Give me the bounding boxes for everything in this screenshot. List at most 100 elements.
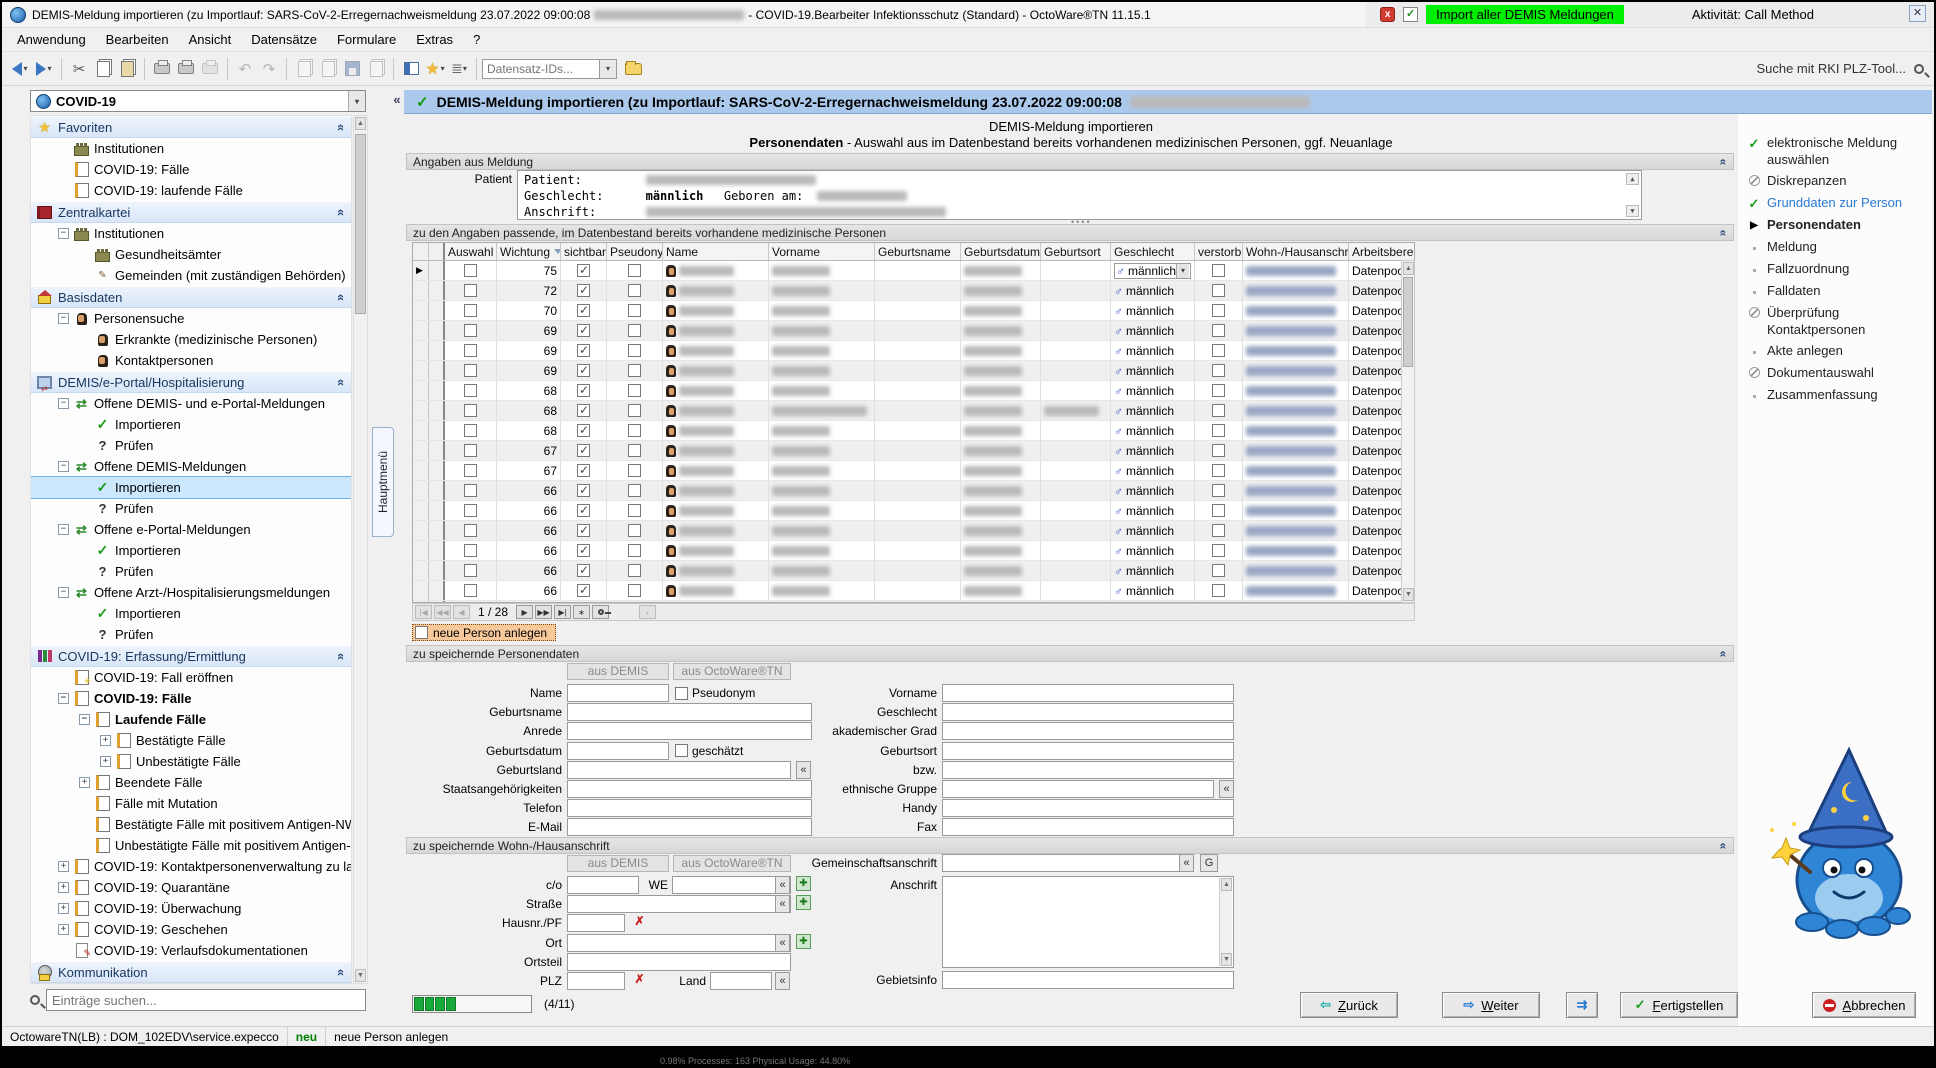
table-row[interactable]: 69männlichDatenpool med... (413, 341, 1414, 361)
collapse-icon[interactable]: « (334, 652, 349, 659)
auswahl-checkbox[interactable] (464, 584, 477, 597)
filter-icon[interactable] (554, 249, 561, 254)
last-page-button[interactable]: ▶| (554, 605, 571, 619)
header-cell[interactable]: sichtbar (561, 243, 607, 260)
column-header-auswahl[interactable]: Auswahl (448, 245, 493, 259)
akademischer-grad-input[interactable] (942, 722, 1234, 740)
sidebar-item-importieren[interactable]: Importieren (31, 414, 351, 435)
sidebar-item-covid-19-fälle[interactable]: −COVID-19: Fälle (31, 688, 351, 709)
header-cell[interactable]: Geburtsdatum (961, 243, 1041, 260)
prev-fast-button[interactable]: ◀◀ (434, 605, 451, 619)
cut-icon[interactable]: ✂ (68, 58, 90, 80)
rki-plz-search-label[interactable]: Suche mit RKI PLZ-Tool... (1756, 61, 1906, 76)
auswahl-checkbox[interactable] (464, 524, 477, 537)
search-icon[interactable] (1914, 64, 1924, 74)
auswahl-checkbox[interactable] (464, 504, 477, 517)
column-header-geburtsort[interactable]: Geburtsort (1044, 245, 1101, 259)
pseudonym-checkbox[interactable] (628, 564, 641, 577)
sidebar-section-zentralkartei[interactable]: Zentralkartei« (31, 201, 351, 223)
pseudonym-checkbox[interactable] (628, 504, 641, 517)
pseudonym-checkbox[interactable] (628, 544, 641, 557)
table-row[interactable]: 66männlichDatenpool med... (413, 521, 1414, 541)
fax-input[interactable] (942, 818, 1234, 836)
expander-icon[interactable]: + (100, 756, 111, 767)
sidebar-item-offene-demis-und-e-portal-meldungen[interactable]: −Offene DEMIS- und e-Portal-Meldungen (31, 393, 351, 414)
next-button[interactable]: ⇨Weiter (1442, 992, 1540, 1018)
header-cell[interactable]: verstorben (1195, 243, 1243, 260)
auswahl-checkbox[interactable] (464, 384, 477, 397)
clear-icon-red[interactable]: ✗ (632, 914, 647, 929)
geburtsland-input[interactable] (567, 761, 791, 779)
pseudonym-checkbox[interactable] (628, 584, 641, 597)
expander-icon[interactable]: − (79, 714, 90, 725)
header-cell[interactable]: Wohn-/Hausanschrift (1243, 243, 1349, 260)
sichtbar-checkbox[interactable] (577, 364, 590, 377)
skip-to-end-button[interactable]: ⇉ (1566, 992, 1598, 1018)
wizard-step-grunddaten-zur-person[interactable]: ✓Grunddaten zur Person (1737, 192, 1932, 214)
verstorben-checkbox[interactable] (1212, 284, 1225, 297)
print-preview-icon[interactable] (175, 58, 197, 80)
verstorben-checkbox[interactable] (1212, 544, 1225, 557)
collapse-icon[interactable]: « (334, 968, 349, 975)
auswahl-checkbox[interactable] (464, 304, 477, 317)
sidebar-item-covid-19-verlaufsdokumentationen[interactable]: COVID-19: Verlaufsdokumentationen (31, 940, 351, 961)
column-header-pseudonym[interactable]: Pseudonym (610, 245, 663, 259)
error-indicator-icon[interactable]: x (1380, 7, 1395, 22)
copy-icon[interactable] (92, 58, 114, 80)
sidebar-item-institutionen[interactable]: Institutionen (31, 138, 351, 159)
add-icon-green[interactable]: ✚ (796, 934, 811, 949)
sichtbar-checkbox[interactable] (577, 404, 590, 417)
auswahl-checkbox[interactable] (464, 264, 477, 277)
pseudonym-checkbox[interactable] (628, 284, 641, 297)
prev-page-button[interactable]: ◀ (453, 605, 470, 619)
table-row[interactable]: 69männlichDatenpool med... (413, 321, 1414, 341)
column-header-geburtsname[interactable]: Geburtsname (878, 245, 951, 259)
sidebar-item-personensuche[interactable]: −Personensuche (31, 308, 351, 329)
geburtsname-input[interactable] (567, 703, 812, 721)
sidebar-item-kontaktpersonen[interactable]: Kontaktpersonen (31, 350, 351, 371)
we-input[interactable] (672, 876, 791, 894)
header-cell[interactable]: Geschlecht (1111, 243, 1195, 260)
table-row[interactable]: 66männlichDatenpool med... (413, 561, 1414, 581)
collapse-icon[interactable]: « (334, 208, 349, 215)
table-row[interactable]: 70männlichDatenpool med... (413, 301, 1414, 321)
auswahl-checkbox[interactable] (464, 344, 477, 357)
sichtbar-checkbox[interactable] (577, 504, 590, 517)
auswahl-checkbox[interactable] (464, 544, 477, 557)
sidebar-item-offene-demis-meldungen[interactable]: −Offene DEMIS-Meldungen (31, 456, 351, 477)
aus-demis-button[interactable]: aus DEMIS (567, 855, 669, 872)
sichtbar-checkbox[interactable] (577, 584, 590, 597)
pseudonym-checkbox[interactable] (628, 304, 641, 317)
scroll-down-arrow[interactable]: ▼ (1221, 953, 1232, 966)
verstorben-checkbox[interactable] (1212, 324, 1225, 337)
tree-search-input[interactable] (46, 989, 366, 1011)
sidebar-item-unbestätigte-fälle-mit-positivem-antigen[interactable]: Unbestätigte Fälle mit positivem Antigen… (31, 835, 351, 856)
verstorben-checkbox[interactable] (1212, 364, 1225, 377)
ethnische-gruppe-input[interactable] (942, 780, 1214, 798)
pseudonym-checkbox[interactable] (628, 384, 641, 397)
pseudonym-checkbox[interactable] (628, 404, 641, 417)
auswahl-checkbox[interactable] (464, 564, 477, 577)
check-indicator-icon[interactable]: ✓ (1403, 7, 1418, 22)
sichtbar-checkbox[interactable] (577, 344, 590, 357)
menu-formulare[interactable]: Formulare (328, 29, 405, 50)
sidebar-item-fälle-mit-mutation[interactable]: Fälle mit Mutation (31, 793, 351, 814)
sichtbar-checkbox[interactable] (577, 464, 590, 477)
auswahl-checkbox[interactable] (464, 424, 477, 437)
wizard-step-falldaten[interactable]: Falldaten (1737, 280, 1932, 302)
sidebar-item-covid-19-quarantäne[interactable]: +COVID-19: Quarantäne (31, 877, 351, 898)
sidebar-collapse-button[interactable]: « (390, 92, 404, 110)
gebietsinfo-input[interactable] (942, 971, 1234, 989)
menu-extras[interactable]: Extras (407, 29, 462, 50)
wizard-step-meldung[interactable]: Meldung (1737, 236, 1932, 258)
pseudonym-checkbox[interactable] (628, 424, 641, 437)
header-cell[interactable]: Geburtsort (1041, 243, 1111, 260)
bzw-input[interactable] (942, 761, 1234, 779)
sichtbar-checkbox[interactable] (577, 524, 590, 537)
auswahl-checkbox[interactable] (464, 404, 477, 417)
expander-icon[interactable]: + (58, 903, 69, 914)
menu-datensätze[interactable]: Datensätze (242, 29, 326, 50)
list-view-icon[interactable]: ≣▾ (448, 58, 470, 80)
expander-icon[interactable]: + (79, 777, 90, 788)
pseudonym-checkbox[interactable] (628, 464, 641, 477)
